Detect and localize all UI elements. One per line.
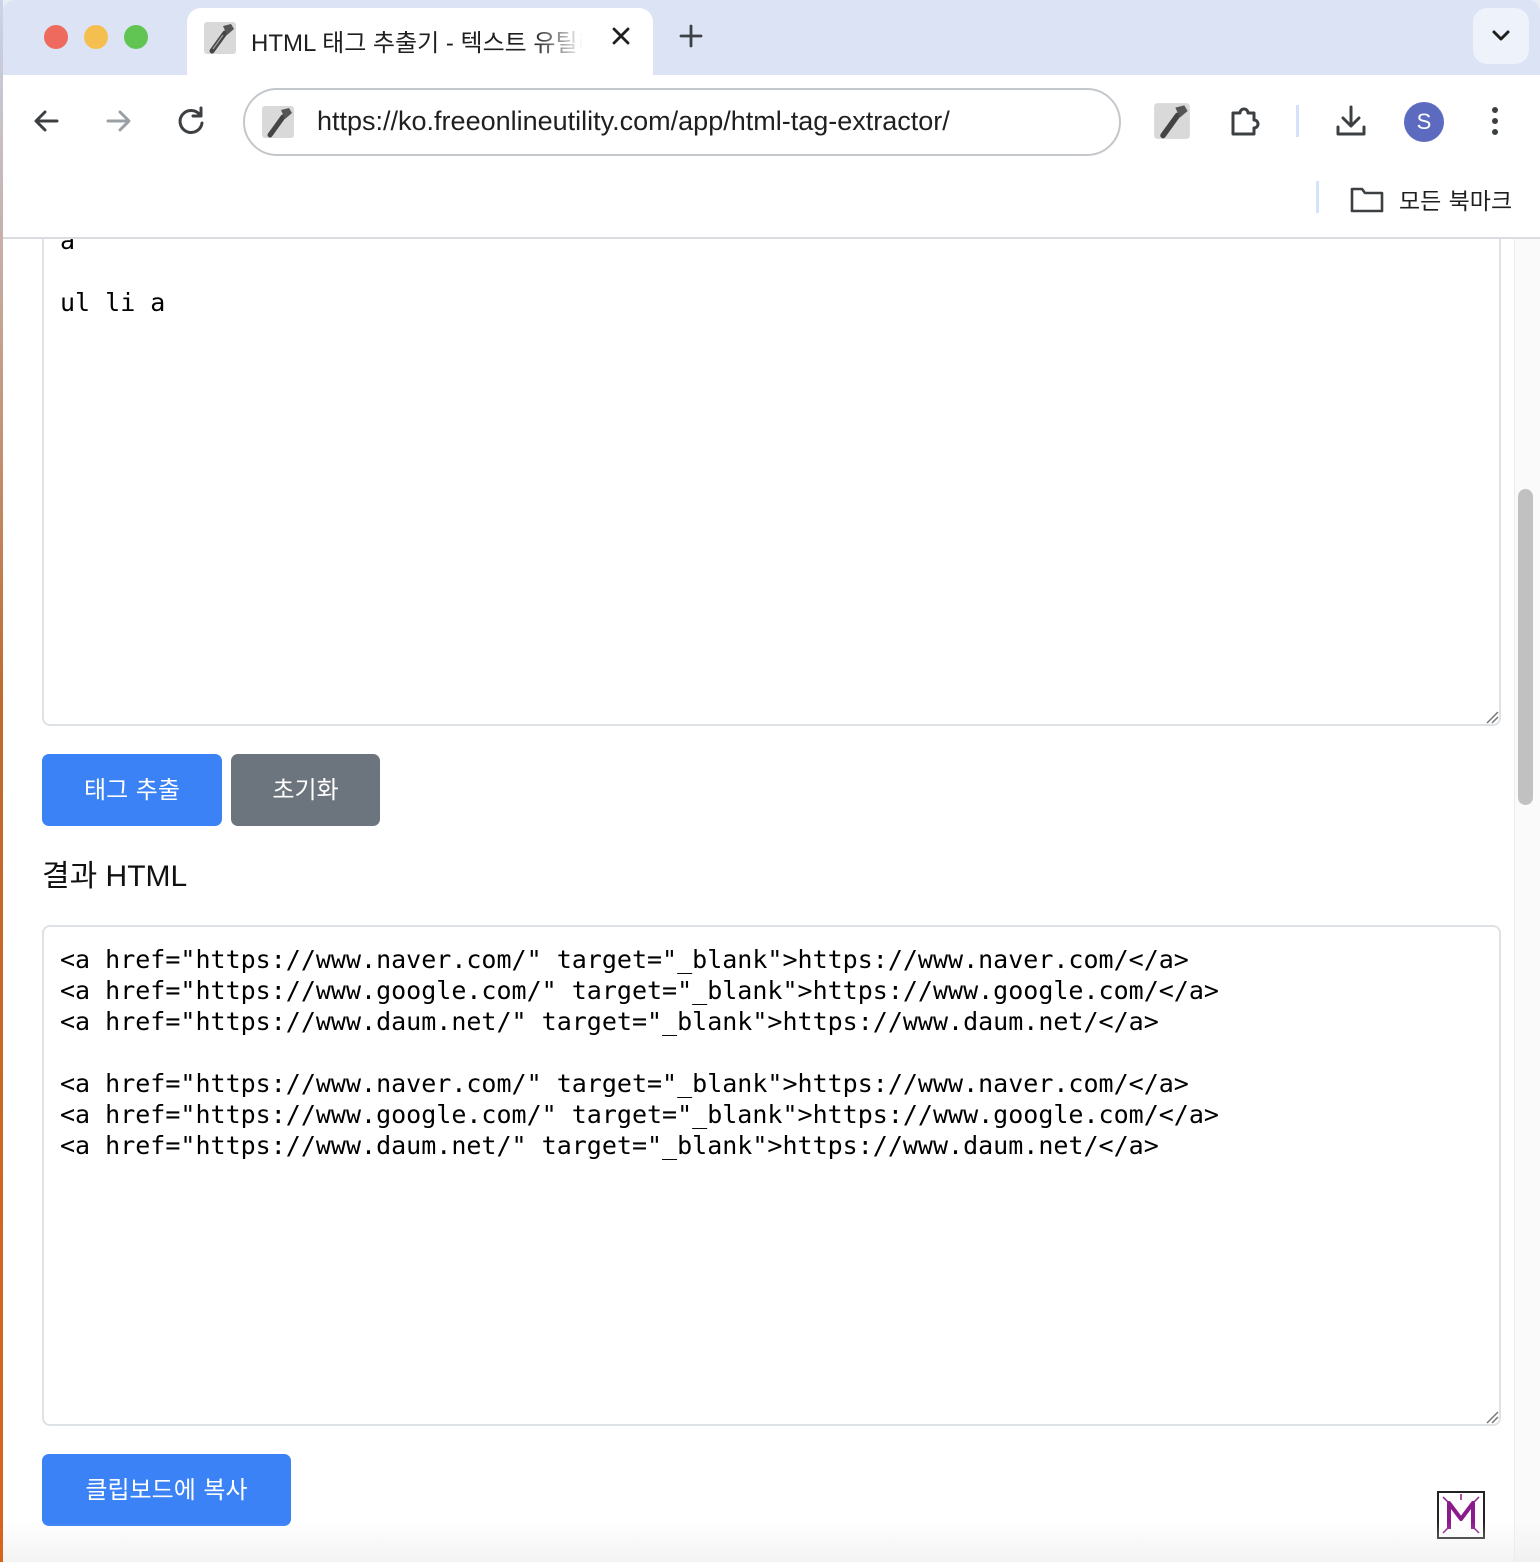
all-bookmarks-button[interactable]: 모든 북마크 [1349,179,1512,219]
scrollbar-track[interactable] [1514,239,1540,1562]
scrollbar-thumb[interactable] [1518,489,1533,805]
download-icon[interactable] [1329,99,1373,143]
folder-icon [1350,187,1384,213]
copy-to-clipboard-button[interactable]: 클립보드에 복사 [42,1454,291,1526]
extract-tags-button[interactable]: 태그 추출 [42,754,222,826]
kebab-menu-icon[interactable] [1473,99,1517,143]
puzzle-icon[interactable] [1223,99,1267,143]
profile-avatar[interactable]: S [1404,102,1444,142]
result-heading: 결과 HTML [42,860,188,893]
resize-grip-icon[interactable] [1483,708,1499,724]
tag-input-textarea[interactable]: a ul li a [42,239,1501,726]
tab-strip: HTML 태그 추출기 - 텍스트 유틸리티 [3,0,1540,75]
chevron-down-icon [1492,30,1510,41]
bookmarks-divider [1316,181,1319,213]
tab-search-button[interactable] [1473,8,1529,64]
url-text: https://ko.freeonlineutility.com/app/htm… [317,106,950,136]
reset-button[interactable]: 초기화 [231,754,380,826]
browser-window: HTML 태그 추출기 - 텍스트 유틸리티 [3,0,1540,1562]
tab-active[interactable]: HTML 태그 추출기 - 텍스트 유틸리티 [187,8,653,75]
bookmarks-label: 모든 북마크 [1399,189,1513,215]
arrow-left-icon[interactable] [25,99,69,143]
window-minimize-button[interactable] [84,25,108,49]
window-close-button[interactable] [44,25,68,49]
result-html-textarea[interactable]: <a href="https://www.naver.com/" target=… [42,925,1501,1426]
address-bar[interactable]: https://ko.freeonlineutility.com/app/htm… [243,88,1121,156]
toolbar-divider [1296,105,1299,137]
wrench-icon [262,106,294,138]
wrench-icon[interactable] [1153,102,1191,140]
tab-title: HTML 태그 추출기 - 텍스트 유틸리티 [251,30,583,57]
reload-icon[interactable] [169,99,213,143]
wrench-icon [204,22,236,54]
close-icon[interactable] [605,20,637,52]
arrow-right-icon[interactable] [96,99,140,143]
resize-grip-icon[interactable] [1483,1408,1499,1424]
page-content: a ul li a 태그 추출 초기화 결과 HTML <a href="htt… [3,239,1540,1562]
browser-toolbar: https://ko.freeonlineutility.com/app/htm… [3,75,1540,239]
bottom-shade [3,1522,1540,1562]
site-logo-icon[interactable] [1437,1491,1485,1539]
window-maximize-button[interactable] [124,25,148,49]
plus-icon[interactable] [673,18,709,54]
